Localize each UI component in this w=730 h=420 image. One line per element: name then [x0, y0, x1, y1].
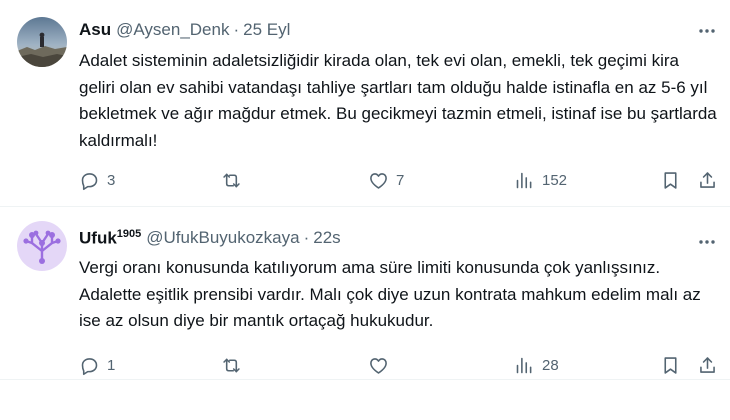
more-icon[interactable] [696, 20, 718, 42]
repost-button[interactable] [221, 352, 249, 378]
tweet-1[interactable]: Asu @Aysen_Denk · 25 Eyl Adalet sistemin… [0, 0, 730, 207]
bookmark-button[interactable] [660, 352, 681, 378]
repost-button[interactable] [221, 167, 249, 193]
views-icon [516, 357, 532, 373]
views-icon [516, 172, 532, 188]
repost-icon [223, 358, 240, 372]
reply-count: 3 [107, 171, 116, 189]
tweet-header: Ufuk1905 @UfukBuyukozkaya · 22s [79, 226, 341, 250]
avatar-photo [17, 17, 67, 67]
reply-count: 1 [107, 356, 116, 374]
user-handle[interactable]: @Aysen_Denk [116, 20, 229, 40]
separator: · [233, 20, 240, 39]
avatar[interactable] [17, 17, 67, 67]
user-handle[interactable]: @UfukBuyukozkaya [146, 228, 299, 248]
avatar[interactable] [17, 221, 67, 271]
reply-icon [81, 172, 98, 190]
action-bar: 3 7 152 [0, 167, 730, 193]
display-name[interactable]: Asu [79, 20, 111, 40]
share-button[interactable] [697, 167, 718, 193]
views-count: 28 [542, 356, 559, 374]
share-button[interactable] [697, 352, 718, 378]
action-bar: 1 28 [0, 352, 730, 378]
reply-button[interactable]: 1 [79, 352, 115, 378]
reply-icon [81, 357, 98, 375]
bookmark-icon [664, 356, 677, 374]
display-name-sup: 1905 [116, 227, 142, 240]
separator: · [303, 228, 310, 247]
views-button[interactable]: 152 [514, 167, 567, 193]
bookmark-icon [664, 171, 677, 189]
timestamp[interactable]: 22s [313, 228, 340, 248]
like-button[interactable] [368, 352, 396, 378]
tweet-2[interactable]: Ufuk1905 @UfukBuyukozkaya · 22s Vergi or… [0, 208, 730, 380]
bookmark-button[interactable] [660, 167, 681, 193]
heart-icon [370, 357, 387, 374]
more-icon[interactable] [696, 231, 718, 253]
share-icon [700, 171, 715, 188]
heart-icon [370, 172, 387, 189]
like-count: 7 [396, 171, 405, 189]
network-logo-icon [17, 221, 67, 271]
share-icon [700, 356, 715, 373]
tweet-text: Vergi oranı konusunda katılıyorum ama sü… [79, 258, 701, 330]
reply-button[interactable]: 3 [79, 167, 115, 193]
like-button[interactable]: 7 [368, 167, 404, 193]
views-button[interactable]: 28 [514, 352, 559, 378]
tweet-header: Asu @Aysen_Denk · 25 Eyl [79, 18, 290, 42]
repost-icon [223, 173, 240, 187]
display-name[interactable]: Ufuk1905 [79, 228, 141, 249]
tweet-text: Adalet sisteminin adaletsizliğidir kirad… [79, 51, 717, 150]
timestamp[interactable]: 25 Eyl [243, 20, 290, 40]
views-count: 152 [542, 171, 568, 189]
display-name-text: Ufuk [79, 228, 117, 248]
